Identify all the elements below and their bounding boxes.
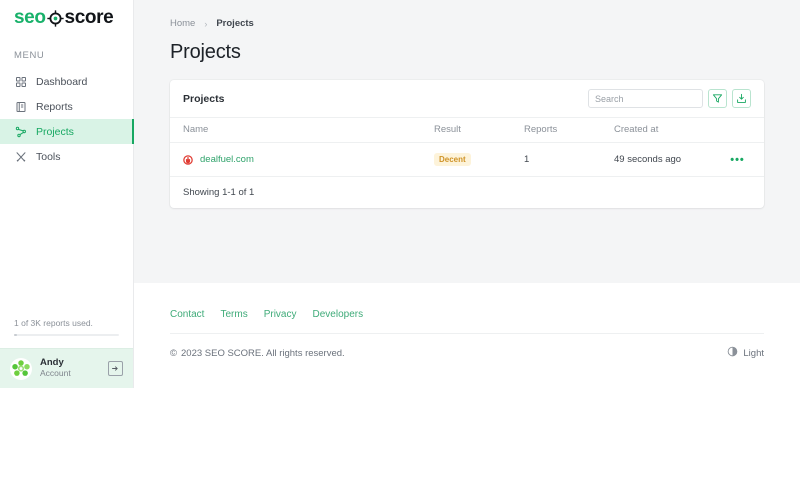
target-crosshair-icon bbox=[46, 9, 64, 27]
cell-actions: ••• bbox=[724, 143, 764, 177]
footer-links: Contact Terms Privacy Developers bbox=[170, 283, 764, 333]
sidebar-menu-label: MENU bbox=[14, 50, 45, 61]
footer-link-developers[interactable]: Developers bbox=[313, 309, 364, 320]
projects-table: Name Result Reports Created at dealfuel.… bbox=[170, 117, 764, 176]
sidebar: seo score MENU Dashboard Reports Project… bbox=[0, 0, 134, 388]
page-footer: Contact Terms Privacy Developers © 2023 … bbox=[134, 283, 800, 388]
card-header: Projects bbox=[170, 80, 764, 117]
page-title: Projects bbox=[170, 41, 241, 63]
network-share-icon bbox=[14, 125, 27, 138]
logout-icon[interactable] bbox=[108, 361, 123, 376]
cell-result: Decent bbox=[434, 143, 524, 177]
copyright-mark-icon: © bbox=[170, 347, 177, 359]
footer-link-contact[interactable]: Contact bbox=[170, 309, 204, 320]
sidebar-item-label: Tools bbox=[36, 150, 61, 163]
sidebar-item-label: Reports bbox=[36, 100, 73, 113]
document-icon bbox=[14, 100, 27, 113]
content-region: Home › Projects Projects Projects Search… bbox=[134, 0, 800, 283]
copyright: © 2023 SEO SCORE. All rights reserved. bbox=[170, 348, 345, 359]
grid-icon bbox=[14, 75, 27, 88]
account-panel[interactable]: Andy Account bbox=[0, 348, 133, 388]
table-header-row: Name Result Reports Created at bbox=[170, 117, 764, 143]
theme-toggle[interactable]: Light bbox=[727, 346, 764, 360]
logo-text-score: score bbox=[64, 7, 114, 28]
sidebar-item-label: Dashboard bbox=[36, 75, 88, 88]
copyright-text: 2023 SEO SCORE. All rights reserved. bbox=[181, 347, 345, 359]
footer-link-privacy[interactable]: Privacy bbox=[264, 309, 297, 320]
table-pagination-summary: Showing 1-1 of 1 bbox=[170, 176, 764, 208]
projects-card: Projects Search Name Result Reports Crea… bbox=[170, 80, 764, 208]
cell-created-at: 49 seconds ago bbox=[614, 154, 682, 165]
footer-link-terms[interactable]: Terms bbox=[220, 309, 247, 320]
card-title: Projects bbox=[183, 92, 225, 105]
sidebar-item-projects[interactable]: Projects bbox=[0, 119, 134, 144]
usage-meter: 1 of 3K reports used. bbox=[0, 318, 133, 349]
column-header-created-at: Created at bbox=[614, 117, 724, 143]
main-area: Home › Projects Projects Projects Search… bbox=[134, 0, 800, 388]
sidebar-item-tools[interactable]: Tools bbox=[0, 144, 133, 169]
column-header-reports: Reports bbox=[524, 117, 614, 143]
ellipsis-menu-icon[interactable]: ••• bbox=[730, 154, 745, 166]
identicon-avatar bbox=[10, 357, 32, 380]
column-header-result: Result bbox=[434, 117, 524, 143]
table-header: Name Result Reports Created at bbox=[170, 117, 764, 143]
status-badge: Decent bbox=[434, 153, 471, 166]
account-text: Andy Account bbox=[40, 357, 100, 379]
logo-text-seo: seo bbox=[14, 7, 46, 28]
breadcrumb: Home › Projects bbox=[170, 18, 764, 29]
cell-name: dealfuel.com bbox=[170, 143, 434, 177]
card-toolbar bbox=[588, 89, 751, 108]
column-header-name: Name bbox=[170, 117, 434, 143]
breadcrumb-home[interactable]: Home bbox=[170, 18, 195, 29]
site-favicon-red bbox=[183, 154, 193, 165]
search-input[interactable] bbox=[588, 89, 703, 108]
contrast-half-circle-icon bbox=[727, 346, 738, 360]
account-subtitle: Account bbox=[40, 368, 71, 379]
cell-reports: 1 bbox=[524, 154, 530, 165]
app-root: seo score MENU Dashboard Reports Project… bbox=[0, 0, 800, 500]
sidebar-nav: Dashboard Reports Projects Tools bbox=[0, 69, 134, 169]
sidebar-item-dashboard[interactable]: Dashboard bbox=[0, 69, 133, 94]
column-header-actions bbox=[724, 117, 764, 143]
project-name-link[interactable]: dealfuel.com bbox=[200, 154, 254, 165]
download-icon[interactable] bbox=[732, 89, 751, 108]
usage-text: 1 of 3K reports used. bbox=[14, 317, 93, 328]
table-body: dealfuel.com Decent 1 49 seconds ago ••• bbox=[170, 143, 764, 177]
sidebar-item-label: Projects bbox=[36, 125, 74, 138]
sidebar-item-reports[interactable]: Reports bbox=[0, 94, 133, 119]
theme-toggle-label: Light bbox=[743, 347, 764, 359]
chevron-right-icon: › bbox=[204, 18, 208, 29]
filter-funnel-icon[interactable] bbox=[708, 89, 727, 108]
tools-icon bbox=[14, 150, 27, 163]
footer-bottom: © 2023 SEO SCORE. All rights reserved. L… bbox=[170, 333, 764, 372]
logo[interactable]: seo score bbox=[0, 0, 133, 36]
usage-progress-bar bbox=[14, 333, 119, 336]
breadcrumb-current[interactable]: Projects bbox=[216, 18, 254, 29]
table-row[interactable]: dealfuel.com Decent 1 49 seconds ago ••• bbox=[170, 143, 764, 177]
